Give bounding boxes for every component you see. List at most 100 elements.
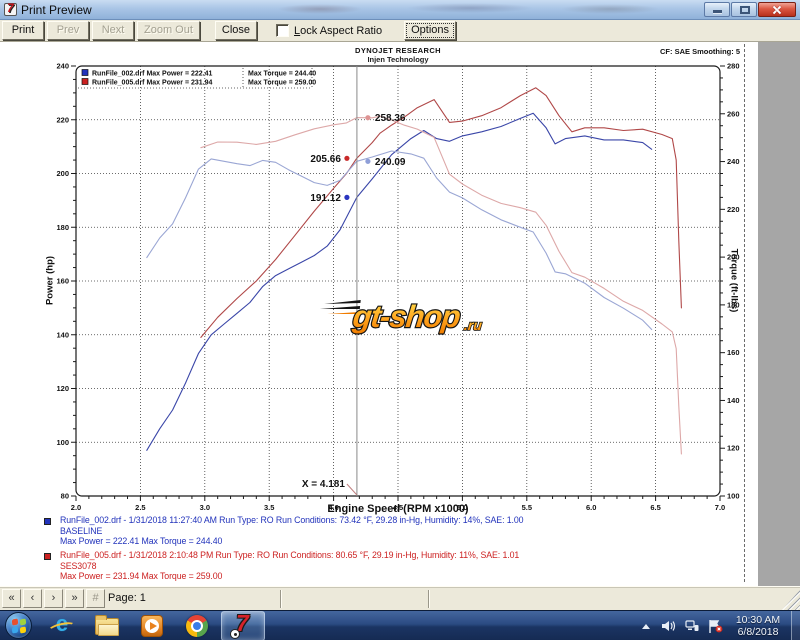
svg-text:Max Torque = 244.40: Max Torque = 244.40 bbox=[248, 71, 316, 78]
prev-page-button[interactable]: ‹ bbox=[23, 589, 42, 608]
svg-text:240: 240 bbox=[727, 157, 740, 166]
svg-text:140: 140 bbox=[56, 330, 69, 339]
chart-cursor: 258.36205.66240.09191.12X = 4.181 bbox=[302, 66, 406, 496]
svg-text:5.5: 5.5 bbox=[522, 503, 532, 512]
soccer-ball-icon bbox=[230, 629, 240, 639]
run1-label: BASELINE bbox=[60, 526, 102, 536]
svg-text:220: 220 bbox=[56, 115, 69, 124]
run2-swatch bbox=[44, 553, 51, 560]
statusbar-divider bbox=[280, 590, 282, 608]
watermark-suffix: .ru bbox=[463, 317, 483, 333]
svg-text:240.09: 240.09 bbox=[375, 157, 406, 168]
network-button[interactable] bbox=[684, 617, 700, 635]
minimize-icon bbox=[713, 10, 722, 13]
svg-text:280: 280 bbox=[727, 62, 740, 71]
lock-aspect-ratio-checkbox[interactable] bbox=[276, 24, 289, 37]
page-indicator: Page: 1 bbox=[108, 592, 146, 604]
svg-text:100: 100 bbox=[727, 492, 740, 501]
dyno-app-icon bbox=[231, 614, 255, 638]
options-button[interactable]: Options bbox=[404, 21, 456, 40]
taskbar-clock[interactable]: 10:30 AM 6/8/2018 bbox=[730, 614, 786, 638]
x-axis-title: Engine Speed (RPM x1000) bbox=[327, 503, 468, 515]
window-title: Print Preview bbox=[21, 0, 92, 20]
close-button[interactable] bbox=[758, 2, 796, 17]
run2-label: SES3078 bbox=[60, 561, 96, 571]
svg-text:191.12: 191.12 bbox=[310, 193, 341, 204]
watermark-group: gt-shop .ru bbox=[317, 299, 485, 334]
taskbar-item-file-explorer[interactable] bbox=[85, 611, 129, 640]
titlebar: Print Preview bbox=[0, 0, 800, 20]
volume-button[interactable] bbox=[661, 617, 677, 635]
chevron-up-icon bbox=[642, 624, 650, 629]
system-tray: 10:30 AM 6/8/2018 bbox=[638, 611, 786, 640]
speaker-icon bbox=[662, 620, 676, 632]
svg-text:X = 4.181: X = 4.181 bbox=[302, 479, 346, 490]
svg-text:258.36: 258.36 bbox=[375, 113, 406, 124]
svg-text:140: 140 bbox=[727, 396, 740, 405]
maximize-button[interactable] bbox=[731, 2, 757, 17]
taskbar-item-dyno-app-active[interactable] bbox=[221, 611, 265, 640]
svg-text:160: 160 bbox=[56, 277, 69, 286]
minimize-button[interactable] bbox=[704, 2, 730, 17]
svg-text:100: 100 bbox=[56, 438, 69, 447]
watermark-text: gt-shop bbox=[350, 299, 461, 334]
start-button[interactable] bbox=[5, 612, 32, 639]
svg-text:2.5: 2.5 bbox=[135, 503, 145, 512]
right-axis-title: Torque (ft-lbs) bbox=[729, 221, 740, 341]
svg-text:260: 260 bbox=[727, 109, 740, 118]
last-page-button[interactable]: » bbox=[65, 589, 84, 608]
network-icon bbox=[685, 620, 699, 632]
maximize-icon bbox=[740, 6, 750, 14]
flag-icon bbox=[708, 620, 723, 633]
svg-text:80: 80 bbox=[61, 492, 69, 501]
svg-text:RunFile_005.drf Max Power = 23: RunFile_005.drf Max Power = 231.94 bbox=[92, 80, 213, 87]
window-controls bbox=[704, 2, 796, 17]
page-setup-button[interactable]: # bbox=[86, 589, 105, 608]
svg-text:120: 120 bbox=[56, 384, 69, 393]
screen: Print Preview Print Prev Next Zoom Out C… bbox=[0, 0, 800, 640]
svg-text:240: 240 bbox=[56, 62, 69, 71]
hidden-icons-button[interactable] bbox=[638, 617, 654, 635]
lock-aspect-ratio-label[interactable]: Lock Aspect Ratio bbox=[294, 25, 382, 37]
zoom-out-button[interactable]: Zoom Out bbox=[137, 21, 200, 40]
svg-text:3.5: 3.5 bbox=[264, 503, 274, 512]
close-icon bbox=[771, 4, 783, 16]
taskbar-item-chrome[interactable] bbox=[175, 611, 219, 640]
svg-text:6.5: 6.5 bbox=[650, 503, 660, 512]
toolbar: Print Prev Next Zoom Out Close Lock Aspe… bbox=[0, 20, 800, 42]
print-margin-guide bbox=[744, 44, 745, 582]
folder-icon bbox=[95, 618, 119, 635]
chrome-icon bbox=[186, 615, 208, 637]
svg-text:7.0: 7.0 bbox=[715, 503, 725, 512]
next-button[interactable]: Next bbox=[92, 21, 134, 40]
taskbar: e bbox=[0, 610, 800, 640]
statusbar-divider bbox=[428, 590, 430, 608]
chart-series-lines bbox=[147, 88, 682, 454]
preview-gutter bbox=[758, 42, 800, 586]
action-center-button[interactable] bbox=[707, 617, 723, 635]
resize-grip[interactable] bbox=[782, 590, 800, 610]
prev-button[interactable]: Prev bbox=[47, 21, 89, 40]
run1-max-values: Max Power = 222.41 Max Torque = 244.40 bbox=[60, 536, 222, 546]
next-page-button[interactable]: › bbox=[44, 589, 63, 608]
show-desktop-button[interactable] bbox=[791, 611, 800, 640]
svg-text:220: 220 bbox=[727, 205, 740, 214]
clock-time: 10:30 AM bbox=[730, 614, 786, 626]
svg-text:120: 120 bbox=[727, 444, 740, 453]
taskbar-item-media-player[interactable] bbox=[130, 611, 174, 640]
print-button[interactable]: Print bbox=[2, 21, 44, 40]
svg-text:Max Torque = 259.00: Max Torque = 259.00 bbox=[248, 80, 316, 87]
taskbar-item-internet-explorer[interactable]: e bbox=[40, 611, 84, 640]
clock-date: 6/8/2018 bbox=[730, 626, 786, 638]
close-preview-button[interactable]: Close bbox=[215, 21, 257, 40]
run2-max-values: Max Power = 231.94 Max Torque = 259.00 bbox=[60, 571, 222, 581]
svg-text:3.0: 3.0 bbox=[200, 503, 210, 512]
watermark-svg: gt-shop .ru bbox=[316, 288, 506, 338]
watermark-logo: gt-shop .ru bbox=[316, 288, 506, 338]
svg-text:160: 160 bbox=[727, 348, 740, 357]
statusbar: « ‹ › » # Page: 1 bbox=[0, 586, 800, 610]
preview-area: DYNOJET RESEARCH Injen Technology CF: SA… bbox=[0, 42, 800, 586]
first-page-button[interactable]: « bbox=[2, 589, 21, 608]
run2-conditions: RunFile_005.drf - 1/31/2018 2:10:48 PM R… bbox=[60, 550, 519, 560]
left-axis-title: Power (hp) bbox=[45, 221, 56, 341]
